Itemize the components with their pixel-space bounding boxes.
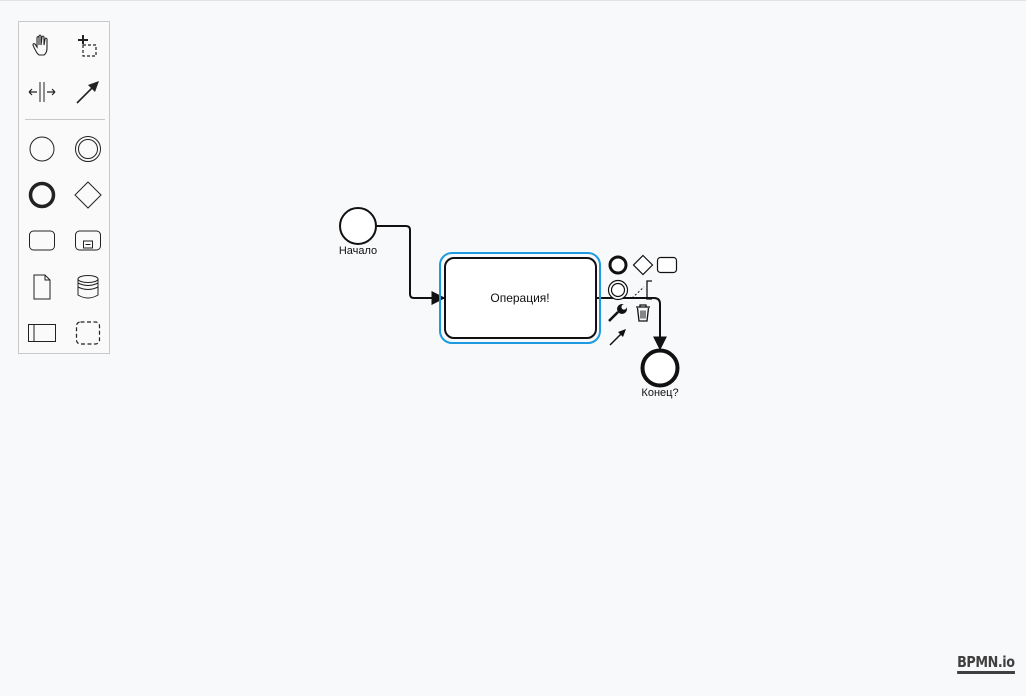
diagram-canvas[interactable]: Начало Операция! Конец?: [0, 0, 1026, 696]
intermediate-event-icon: [607, 279, 629, 301]
end-event-icon: [608, 255, 628, 275]
bpmn-io-watermark[interactable]: BPMN.io: [957, 654, 1015, 674]
connect-arrow-icon: [609, 329, 626, 346]
append-gateway[interactable]: [632, 254, 654, 276]
append-task[interactable]: [656, 254, 678, 276]
append-text-annotation[interactable]: [632, 279, 654, 301]
start-event[interactable]: [339, 207, 377, 245]
task-icon: [656, 256, 678, 274]
delete-button[interactable]: [632, 302, 654, 324]
text-annotation-icon: [632, 280, 652, 300]
end-event-label: Конец?: [641, 387, 678, 399]
sequence-flow-start-task[interactable]: [376, 225, 446, 305]
end-event[interactable]: [640, 348, 680, 388]
append-end-event[interactable]: [607, 254, 629, 276]
connect-button[interactable]: [607, 325, 629, 347]
trash-icon: [636, 304, 650, 322]
append-intermediate-event[interactable]: [607, 279, 629, 301]
task-label: Операция!: [490, 291, 549, 305]
gateway-icon: [632, 254, 654, 276]
change-type-button[interactable]: [607, 302, 629, 324]
diagram-svg: Начало Операция! Конец?: [339, 207, 680, 399]
start-event-label: Начало: [339, 245, 377, 257]
wrench-icon: [608, 304, 627, 322]
